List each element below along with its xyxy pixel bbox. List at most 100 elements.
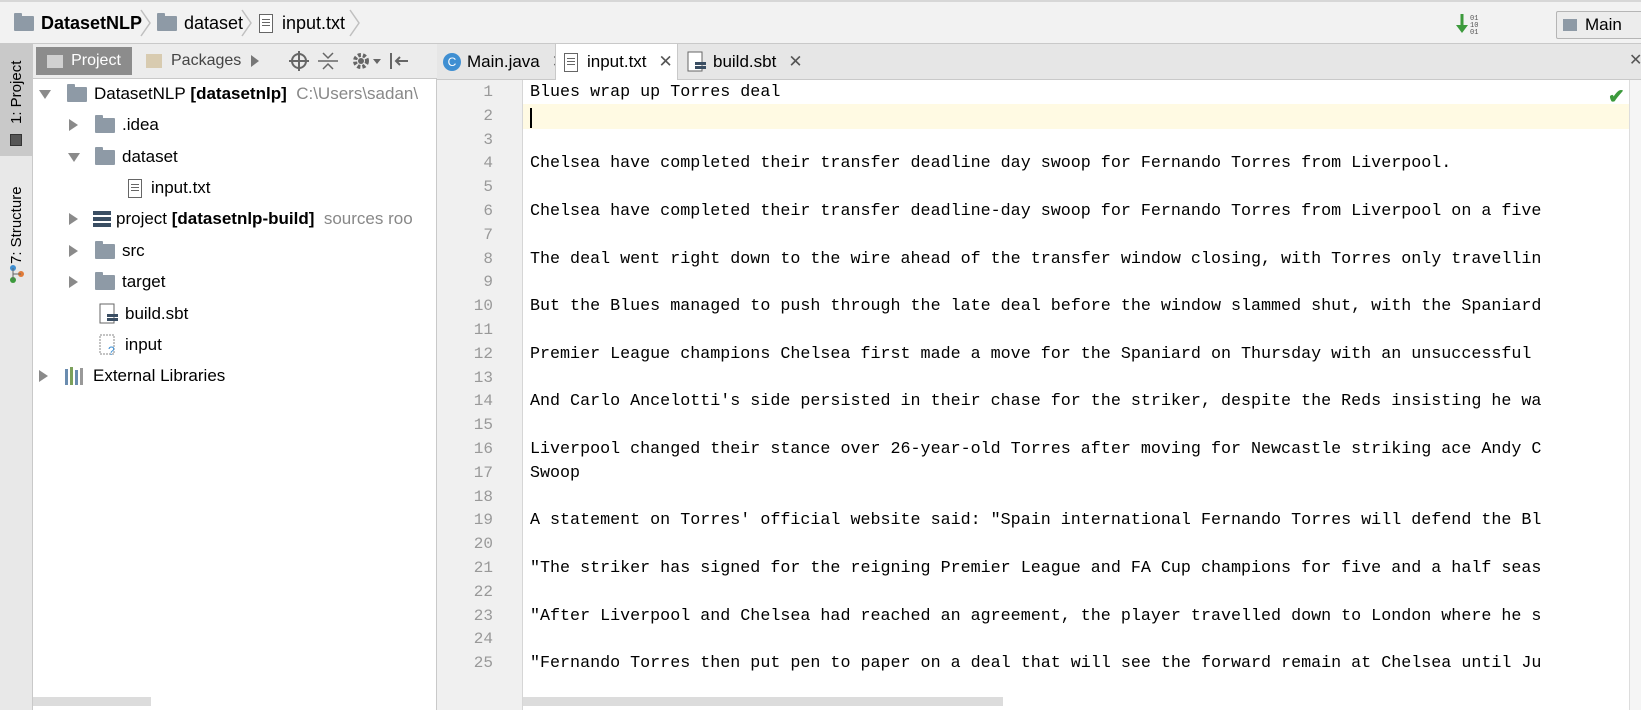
code-line[interactable]: The deal went right down to the wire ahe… xyxy=(530,247,1541,272)
tree-dataset-label: dataset xyxy=(122,147,178,166)
tab-project[interactable]: Project xyxy=(36,47,132,75)
breadcrumb-folder[interactable]: dataset xyxy=(157,2,243,44)
code-line[interactable]: Chelsea have completed their transfer de… xyxy=(530,199,1541,224)
tab-main-java-label: Main.java xyxy=(467,52,540,71)
tree-item-input-txt[interactable]: input.txt xyxy=(128,173,211,203)
tool-window-strip: 1: Project 7: Structure xyxy=(0,44,33,710)
tree-target-label: target xyxy=(122,272,166,291)
no-problems-check-icon: ✔ xyxy=(1608,86,1625,108)
code-line[interactable]: "After Liverpool and Chelsea had reached… xyxy=(530,604,1541,629)
packages-icon xyxy=(146,54,162,68)
run-config-label: Main xyxy=(1585,15,1622,34)
run-config-icon xyxy=(1563,19,1577,31)
line-number: 19 xyxy=(473,511,493,530)
code-line[interactable]: Swoop xyxy=(530,461,580,486)
run-configuration-select[interactable]: Main xyxy=(1556,11,1641,39)
tree-external-libraries-label: External Libraries xyxy=(93,366,226,385)
tree-item-idea[interactable]: .idea xyxy=(69,110,159,140)
line-number: 14 xyxy=(473,392,493,411)
editor-text-area[interactable]: Blues wrap up Torres deal Chelsea have co… xyxy=(523,80,1641,710)
line-number: 10 xyxy=(473,297,493,316)
breadcrumb-project[interactable]: DatasetNLP xyxy=(14,2,142,44)
tree-item-src[interactable]: src xyxy=(69,236,145,266)
tab-packages-label: Packages xyxy=(171,52,242,69)
tab-main-java[interactable]: C Main.java ✕ xyxy=(443,44,566,80)
close-icon[interactable]: ✕ xyxy=(788,52,802,72)
navigation-bar: DatasetNLP dataset input.txt 01 10 01 Ma… xyxy=(0,0,1641,44)
line-number: 22 xyxy=(473,582,493,601)
expanded-arrow-icon xyxy=(68,153,80,162)
collapsed-arrow-icon xyxy=(69,245,78,257)
tree-item-external-libraries[interactable]: External Libraries xyxy=(39,361,225,391)
tree-item-root[interactable]: DatasetNLP [datasetnlp] C:\Users\sadan\ xyxy=(39,79,418,109)
text-caret xyxy=(530,108,532,128)
tree-build-sbt-label: build.sbt xyxy=(125,304,189,323)
tree-item-project[interactable]: project [datasetnlp-build] sources roo xyxy=(69,204,413,234)
code-line[interactable]: Premier League champions Chelsea first m… xyxy=(530,342,1531,367)
code-line[interactable]: "Fernando Torres then put pen to paper o… xyxy=(530,651,1541,676)
line-number: 5 xyxy=(483,178,493,197)
tree-horizontal-scrollbar[interactable] xyxy=(33,697,151,706)
project-tool-tab[interactable]: 1: Project xyxy=(0,44,32,156)
tree-root-name: DatasetNLP xyxy=(94,84,186,103)
code-line[interactable]: Chelsea have completed their transfer de… xyxy=(530,151,1451,176)
tab-packages[interactable]: Packages xyxy=(146,47,241,75)
line-number: 25 xyxy=(473,654,493,673)
close-editor-icon[interactable]: ✕ xyxy=(1629,50,1641,70)
tree-item-dataset[interactable]: dataset xyxy=(68,142,178,172)
more-views-icon[interactable] xyxy=(251,55,259,67)
code-line[interactable]: Liverpool changed their stance over 26-y… xyxy=(530,437,1541,462)
code-line[interactable]: Blues wrap up Torres deal xyxy=(530,80,780,105)
settings-gear-icon[interactable] xyxy=(351,50,381,72)
collapsed-arrow-icon xyxy=(69,213,78,225)
tree-project-label: project xyxy=(116,209,168,228)
svg-text:?: ? xyxy=(108,344,115,356)
error-stripe xyxy=(1629,80,1641,710)
text-file-icon xyxy=(128,178,142,198)
locate-file-icon[interactable] xyxy=(289,51,309,71)
line-number: 15 xyxy=(473,416,493,435)
folder-icon xyxy=(157,12,177,31)
current-line-highlight xyxy=(523,104,1641,129)
tab-input-txt-label: input.txt xyxy=(587,52,647,71)
tree-item-build-sbt[interactable]: build.sbt xyxy=(99,299,188,329)
tab-input-txt[interactable]: input.txt ✕ xyxy=(555,44,678,80)
tree-item-input[interactable]: ? input xyxy=(99,330,162,360)
tree-input-txt-label: input.txt xyxy=(151,178,211,197)
code-line[interactable]: But the Blues managed to push through th… xyxy=(530,294,1541,319)
project-tree[interactable]: DatasetNLP [datasetnlp] C:\Users\sadan\ … xyxy=(33,79,437,710)
tree-idea-label: .idea xyxy=(122,115,159,134)
tree-input-label: input xyxy=(125,335,162,354)
text-file-icon xyxy=(564,52,578,72)
line-number: 23 xyxy=(473,606,493,625)
tab-build-sbt[interactable]: build.sbt ✕ xyxy=(687,44,803,80)
line-number: 2 xyxy=(483,106,493,125)
tree-item-target[interactable]: target xyxy=(69,267,165,297)
editor-horizontal-scrollbar[interactable] xyxy=(523,697,1003,706)
svg-text:01: 01 xyxy=(1470,29,1478,36)
line-number: 21 xyxy=(473,559,493,577)
sbt-file-icon xyxy=(99,303,118,324)
line-number: 11 xyxy=(473,321,493,339)
tree-root-path: C:\Users\sadan\ xyxy=(296,84,419,103)
structure-tool-label: 7: Structure xyxy=(8,186,25,264)
line-number: 18 xyxy=(473,487,493,506)
java-class-icon: C xyxy=(443,53,461,71)
project-panel-header: Project Packages xyxy=(33,44,437,79)
structure-tool-tab[interactable]: 7: Structure xyxy=(0,176,32,286)
code-line[interactable]: And Carlo Ancelotti's side persisted in … xyxy=(530,389,1541,414)
hide-panel-icon[interactable] xyxy=(388,51,410,71)
collapse-all-icon[interactable] xyxy=(318,51,338,71)
code-line[interactable]: A statement on Torres' official website … xyxy=(530,508,1541,533)
breadcrumb-file[interactable]: input.txt xyxy=(259,2,345,44)
sbt-module-icon xyxy=(93,211,111,227)
code-line[interactable]: "The striker has signed for the reigning… xyxy=(530,556,1541,581)
project-view-icon xyxy=(47,54,64,68)
line-number: 8 xyxy=(483,249,493,268)
close-icon[interactable]: ✕ xyxy=(659,52,673,72)
line-number: 6 xyxy=(483,202,493,220)
folder-icon xyxy=(95,146,115,165)
update-project-icon[interactable]: 01 10 01 xyxy=(1456,12,1484,36)
unknown-file-icon: ? xyxy=(99,334,115,356)
tree-project-module: [datasetnlp-build] xyxy=(171,209,315,228)
